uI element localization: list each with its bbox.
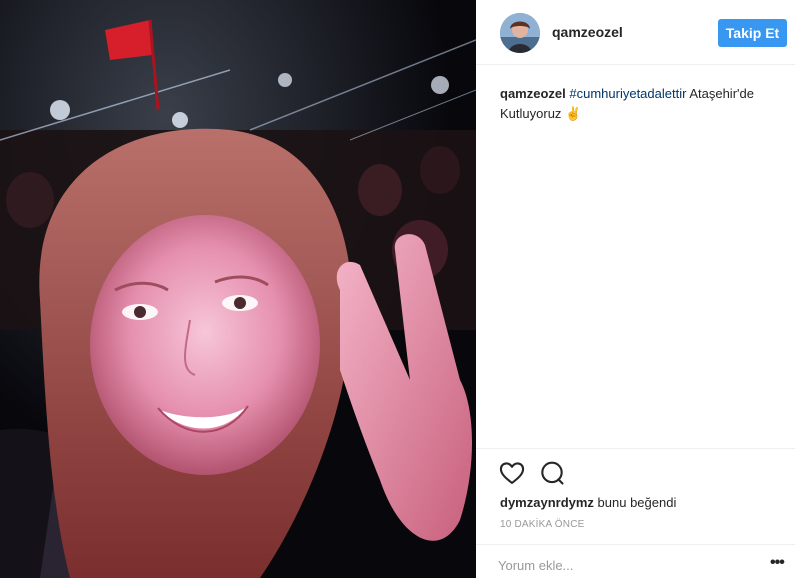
post-timestamp[interactable]: 10 DAKİKA ÖNCE	[500, 519, 585, 530]
comment-bubble-icon[interactable]	[538, 459, 566, 487]
comment-bar: •••	[476, 544, 795, 579]
avatar[interactable]	[500, 13, 540, 53]
post-caption: qamzeozel #cumhuriyetadalettir Ataşehir'…	[500, 84, 780, 124]
more-options-icon[interactable]: •••	[770, 554, 785, 572]
post-details-panel: qamzeozel Takip Et qamzeozel #cumhuriyet…	[476, 0, 795, 578]
follow-button[interactable]: Takip Et	[718, 19, 787, 47]
avatar-image	[500, 13, 540, 53]
heart-icon[interactable]	[498, 459, 526, 487]
comment-input[interactable]	[498, 555, 748, 575]
post-photo[interactable]	[0, 0, 476, 578]
post-header: qamzeozel Takip Et	[476, 0, 795, 65]
liker-username-link[interactable]: dymzaynrdymz	[500, 495, 594, 510]
caption-author-link[interactable]: qamzeozel	[500, 86, 566, 101]
likes-text: bunu beğendi	[593, 495, 677, 510]
action-bar	[476, 448, 795, 485]
post-photo-image	[0, 0, 476, 578]
caption-hashtag-link[interactable]: #cumhuriyetadalettir	[569, 86, 686, 101]
likes-line: dymzaynrdymz bunu beğendi	[500, 495, 676, 510]
username-link[interactable]: qamzeozel	[552, 24, 623, 40]
